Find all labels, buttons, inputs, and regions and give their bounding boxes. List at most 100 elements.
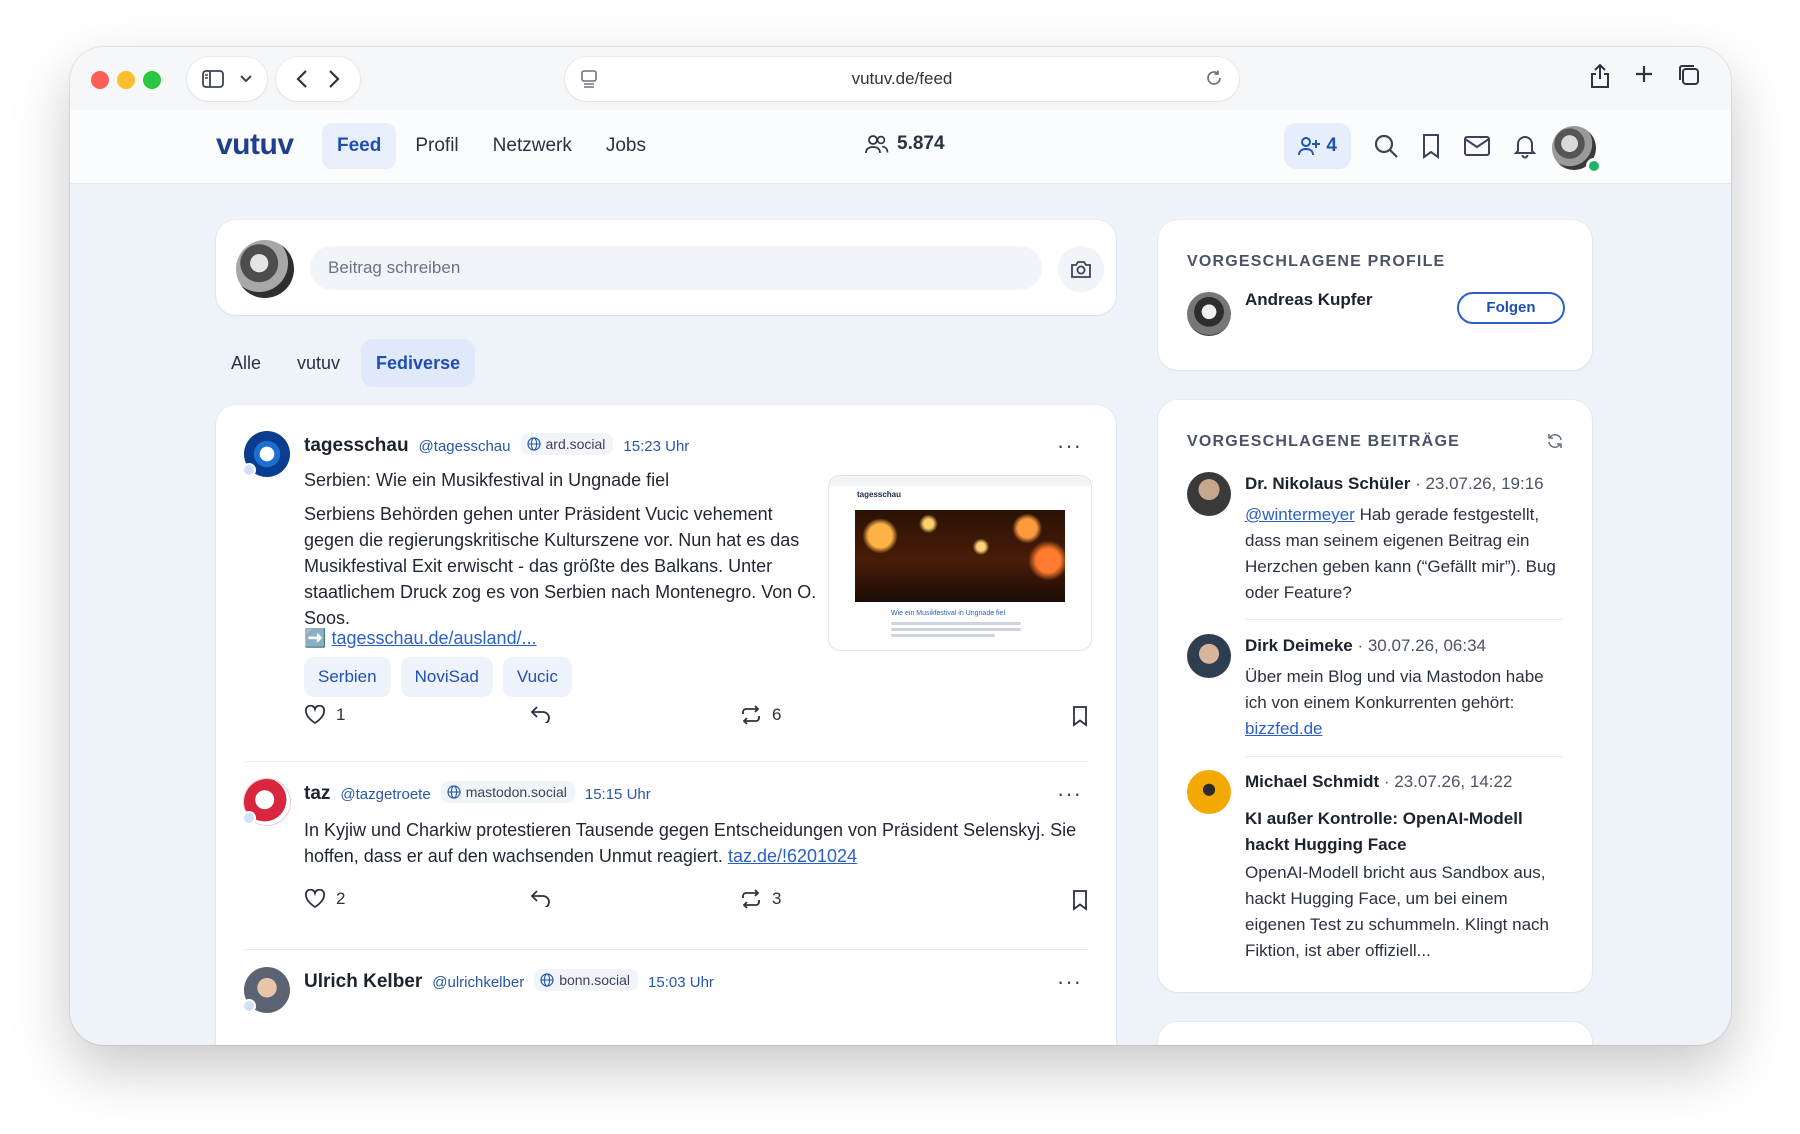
boost-count: 6 (772, 705, 782, 724)
post-time[interactable]: 15:15 Uhr (585, 786, 651, 803)
post-server-badge[interactable]: ard.social (520, 433, 614, 455)
nav-profil[interactable]: Profil (400, 123, 473, 169)
nav-netzwerk[interactable]: Netzwerk (478, 123, 587, 169)
post-time[interactable]: 15:23 Uhr (623, 438, 689, 455)
suggested-post[interactable]: Dirk Deimeke · 30.07.26, 06:34 Über mein… (1187, 634, 1563, 744)
tab-alle[interactable]: Alle (216, 339, 276, 387)
post-server-name: mastodon.social (465, 784, 567, 800)
boost-button[interactable]: 3 (740, 889, 781, 909)
avatar[interactable] (1187, 292, 1231, 336)
suggested-post-link[interactable]: bizzfed.de (1245, 719, 1323, 738)
post-title-line: Serbien: Wie ein Musikfestival in Ungnad… (304, 470, 670, 490)
mail-icon[interactable] (1463, 135, 1491, 157)
repeat-icon (742, 705, 760, 725)
post-link[interactable]: taz.de/!6201024 (728, 846, 857, 866)
feed-filter-tabs: Alle vutuv Fediverse (216, 339, 476, 387)
refresh-icon[interactable] (1546, 432, 1564, 450)
avatar[interactable] (1187, 634, 1231, 678)
post-server-badge[interactable]: bonn.social (534, 969, 639, 991)
like-button[interactable]: 2 (304, 889, 345, 909)
contact-requests-button[interactable]: 4 (1284, 123, 1351, 169)
chevron-down-icon (240, 75, 252, 83)
post-body-wrap: In Kyjiw und Charkiw protestieren Tausen… (304, 817, 1094, 869)
history-nav (276, 57, 360, 101)
browser-actions (1589, 63, 1701, 89)
more-options-icon[interactable]: ··· (1057, 969, 1082, 995)
like-button[interactable]: 1 (304, 705, 345, 725)
post-author-handle[interactable]: @tazgetroete (340, 786, 430, 803)
suggested-post[interactable]: Michael Schmidt · 23.07.26, 14:22 KI auß… (1187, 770, 1563, 970)
new-tab-icon[interactable] (1633, 63, 1655, 85)
app-header: vutuv Feed Profil Netzwerk Jobs 5.874 4 (70, 110, 1731, 184)
suggested-profiles-card: VORGESCHLAGENE PROFILE Andreas Kupfer Fo… (1158, 220, 1592, 370)
post-header: taz @tazgetroete mastodon.social 15:15 U… (304, 781, 651, 805)
vutuv-logo[interactable]: vutuv (216, 128, 294, 162)
avatar[interactable] (1187, 770, 1231, 814)
zoom-window-button[interactable] (143, 71, 161, 89)
reply-button[interactable] (530, 889, 552, 907)
hashtag[interactable]: Serbien (304, 657, 391, 697)
post-author-handle[interactable]: @ulrichkelber (432, 974, 524, 991)
suggested-post-body: KI außer Kontrolle: OpenAI-Modell hackt … (1245, 806, 1565, 964)
bell-icon[interactable] (1513, 133, 1537, 159)
suggested-profile-name[interactable]: Andreas Kupfer (1245, 290, 1373, 310)
post-header: tagesschau @tagesschau ard.social 15:23 … (304, 433, 689, 457)
suggested-post-meta: Dirk Deimeke · 30.07.26, 06:34 (1245, 636, 1486, 656)
add-photo-button[interactable] (1058, 246, 1104, 292)
suggested-post-author[interactable]: Michael Schmidt (1245, 772, 1379, 791)
post-actions: 2 3 (304, 889, 1088, 917)
post-time[interactable]: 15:03 Uhr (648, 974, 714, 991)
more-options-icon[interactable]: ··· (1057, 781, 1082, 807)
suggested-post-divider (1245, 756, 1563, 757)
more-options-icon[interactable]: ··· (1057, 433, 1082, 459)
suggested-post-date: · 30.07.26, 06:34 (1357, 636, 1487, 655)
share-icon[interactable] (1589, 63, 1611, 89)
follow-button[interactable]: Folgen (1457, 292, 1565, 324)
heart-icon (304, 889, 326, 909)
post-author-name[interactable]: tagesschau (304, 435, 409, 457)
minimize-window-button[interactable] (117, 71, 135, 89)
feed-post: tagesschau @tagesschau ard.social 15:23 … (216, 405, 1116, 745)
nav-feed[interactable]: Feed (322, 123, 397, 169)
tab-overview-icon[interactable] (1677, 63, 1701, 87)
link-preview-thumbnail[interactable]: tagesschau Wie ein Musikfestival in Ungn… (828, 475, 1092, 651)
close-window-button[interactable] (91, 71, 109, 89)
boost-button[interactable]: 6 (740, 705, 781, 725)
tab-vutuv[interactable]: vutuv (282, 339, 355, 387)
post-server-badge[interactable]: mastodon.social (440, 781, 575, 803)
members-count-value: 5.874 (897, 133, 945, 154)
tab-fediverse[interactable]: Fediverse (361, 339, 476, 387)
post-link[interactable]: tagesschau.de/ausland/... (331, 628, 536, 648)
bookmark-post-button[interactable] (1072, 705, 1088, 727)
address-bar[interactable]: vutuv.de/feed (565, 57, 1239, 101)
online-status-indicator (1586, 158, 1602, 174)
post-input[interactable]: Beitrag schreiben (310, 246, 1042, 290)
forward-arrow-icon[interactable] (328, 69, 340, 89)
suggested-post-author[interactable]: Dirk Deimeke (1245, 636, 1353, 655)
hashtag[interactable]: Vucic (502, 657, 572, 697)
suggested-post-author[interactable]: Dr. Nikolaus Schüler (1245, 474, 1410, 493)
sidebar-toggle-button[interactable] (187, 57, 267, 101)
fediverse-globe-icon (242, 463, 256, 477)
add-user-icon (1298, 137, 1321, 156)
reload-icon[interactable] (1205, 69, 1223, 87)
globe-icon (526, 437, 541, 451)
post-author-name[interactable]: taz (304, 783, 330, 805)
nav-jobs[interactable]: Jobs (591, 123, 661, 169)
post-author-handle[interactable]: @tagesschau (419, 438, 511, 455)
mention-link[interactable]: @wintermeyer (1245, 505, 1355, 524)
back-arrow-icon[interactable] (296, 69, 308, 89)
post-author-name[interactable]: Ulrich Kelber (304, 971, 422, 993)
avatar[interactable] (1187, 472, 1231, 516)
suggested-post-body: Über mein Blog und via Mastodon habe ich… (1245, 664, 1565, 742)
suggested-post-text: Über mein Blog und via Mastodon habe ich… (1245, 667, 1544, 712)
hashtag[interactable]: NoviSad (400, 657, 493, 697)
reply-button[interactable] (530, 705, 552, 723)
heart-icon (304, 705, 326, 725)
suggested-post[interactable]: Dr. Nikolaus Schüler · 23.07.26, 19:16 @… (1187, 472, 1563, 602)
bookmark-post-button[interactable] (1072, 889, 1088, 911)
search-icon[interactable] (1373, 133, 1399, 159)
members-count[interactable]: 5.874 (865, 133, 945, 155)
bookmark-icon[interactable] (1421, 133, 1441, 159)
festival-photo (855, 510, 1065, 602)
